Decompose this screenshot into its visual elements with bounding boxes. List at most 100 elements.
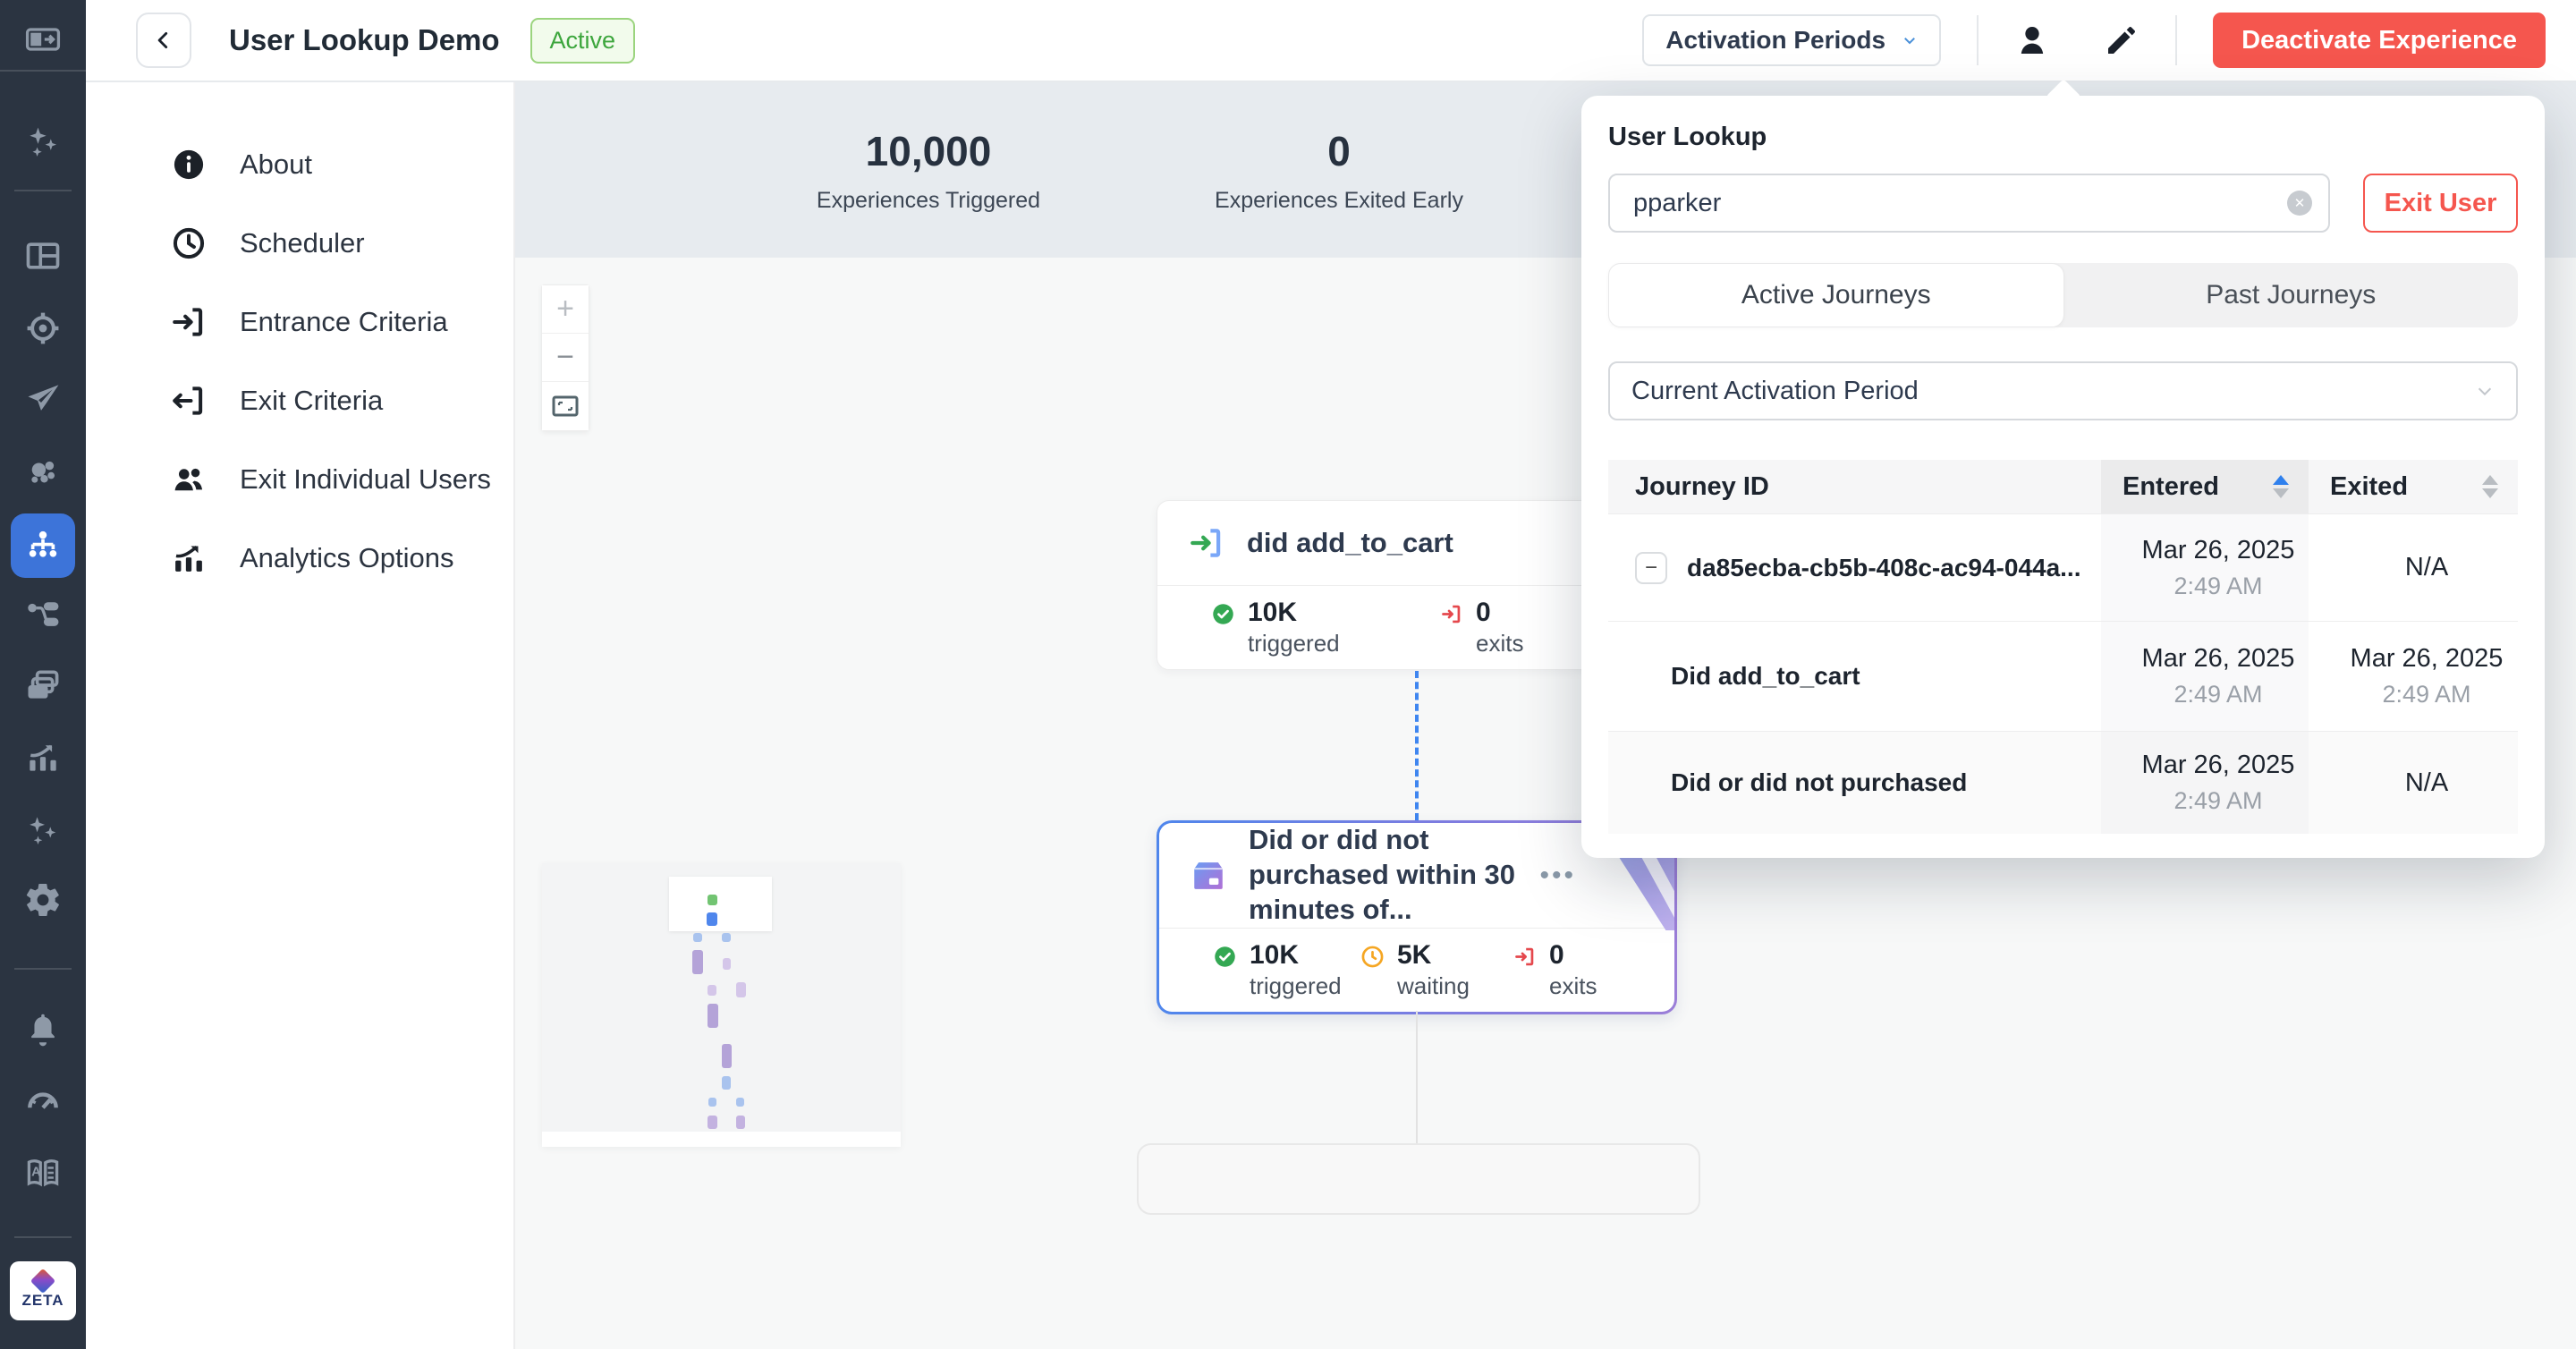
user-lookup-icon-button[interactable] bbox=[2014, 22, 2050, 58]
entrance-icon bbox=[170, 303, 208, 341]
entrance-node-icon bbox=[1188, 524, 1225, 562]
sort-icon-entered[interactable] bbox=[2273, 475, 2289, 498]
rail-divider bbox=[0, 70, 86, 72]
activation-periods-label: Activation Periods bbox=[1665, 26, 1885, 55]
user-search-input[interactable] bbox=[1608, 174, 2330, 233]
exited-time: 2:49 AM bbox=[2382, 681, 2470, 708]
minimap-node bbox=[736, 1116, 745, 1129]
sort-icon-exited[interactable] bbox=[2482, 475, 2498, 498]
exit-red-icon bbox=[1439, 602, 1463, 626]
gauge-icon[interactable] bbox=[0, 1081, 86, 1120]
nav-label: Scheduler bbox=[240, 227, 365, 259]
target-icon[interactable] bbox=[0, 309, 86, 348]
activation-period-value: Current Activation Period bbox=[1631, 377, 1919, 406]
flow-icon[interactable] bbox=[0, 595, 86, 634]
activation-periods-dropdown[interactable]: Activation Periods bbox=[1642, 14, 1941, 66]
column-entered[interactable]: Entered bbox=[2101, 460, 2309, 513]
docs-book-icon[interactable]: A bbox=[0, 1153, 86, 1192]
users-icon bbox=[170, 461, 208, 498]
fit-to-screen-button[interactable] bbox=[542, 382, 589, 430]
collapse-row-button[interactable]: − bbox=[1635, 552, 1667, 584]
clear-search-icon[interactable]: ✕ bbox=[2287, 191, 2312, 216]
nav-label: Exit Individual Users bbox=[240, 463, 491, 496]
deactivate-experience-button[interactable]: Deactivate Experience bbox=[2213, 13, 2546, 68]
nav-item-about[interactable]: About bbox=[86, 125, 513, 204]
zeta-logo[interactable]: ZETA bbox=[10, 1261, 76, 1320]
stat-label: exits bbox=[1476, 630, 1523, 658]
settings-gear-icon[interactable] bbox=[0, 880, 86, 920]
nav-item-exit-criteria[interactable]: Exit Criteria bbox=[86, 361, 513, 440]
app-window: A ZETA User Lookup Demo Active Activatio… bbox=[0, 0, 2576, 1349]
collapse-panel-icon[interactable] bbox=[0, 20, 86, 59]
column-exited[interactable]: Exited bbox=[2309, 460, 2518, 513]
exit-red-icon bbox=[1513, 945, 1537, 969]
stat-value: 0 bbox=[1549, 940, 1597, 970]
nav-item-analytics-options[interactable]: Analytics Options bbox=[86, 519, 513, 598]
entered-date: Mar 26, 2025 bbox=[2142, 644, 2295, 674]
send-icon[interactable] bbox=[0, 379, 86, 419]
package-icon bbox=[1190, 857, 1227, 895]
clock-icon bbox=[170, 225, 208, 262]
info-icon bbox=[170, 146, 208, 183]
table-row-step[interactable]: Did add_to_cart Mar 26, 2025 2:49 AM Mar… bbox=[1608, 621, 2518, 731]
stat-label: Experiences Triggered bbox=[817, 188, 1040, 214]
activation-period-select[interactable]: Current Activation Period bbox=[1608, 361, 2518, 420]
nav-item-entrance-criteria[interactable]: Entrance Criteria bbox=[86, 283, 513, 361]
stat-label: waiting bbox=[1397, 972, 1470, 1000]
stat-exits: 0 exits bbox=[1439, 598, 1523, 658]
journey-icon-active[interactable] bbox=[11, 513, 75, 578]
tab-past-journeys[interactable]: Past Journeys bbox=[2064, 263, 2519, 327]
node-menu-button[interactable]: ••• bbox=[1539, 861, 1576, 891]
edit-pencil-button[interactable] bbox=[2104, 22, 2140, 58]
step-name: Did add_to_cart bbox=[1671, 662, 1860, 691]
column-journey-id[interactable]: Journey ID bbox=[1608, 460, 2101, 513]
table-row-journey[interactable]: − da85ecba-cb5b-408c-ac94-044a... Mar 26… bbox=[1608, 513, 2518, 621]
zoom-in-button[interactable]: + bbox=[542, 285, 589, 334]
pencil-icon bbox=[2104, 22, 2140, 58]
minimap[interactable] bbox=[542, 863, 901, 1147]
stat-value: 0 bbox=[1476, 598, 1523, 627]
zoom-out-button[interactable]: − bbox=[542, 334, 589, 382]
stat-experiences-triggered: 10,000 Experiences Triggered bbox=[817, 82, 1040, 258]
exit-user-button[interactable]: Exit User bbox=[2363, 174, 2518, 233]
stat-label: exits bbox=[1549, 972, 1597, 1000]
entered-date: Mar 26, 2025 bbox=[2142, 751, 2295, 780]
nav-label: Analytics Options bbox=[240, 542, 454, 574]
minimap-node bbox=[708, 1004, 718, 1028]
column-label: Entered bbox=[2123, 472, 2219, 502]
minimap-viewport[interactable] bbox=[669, 877, 772, 931]
tab-active-journeys[interactable]: Active Journeys bbox=[1608, 263, 2064, 327]
stat-label: triggered bbox=[1250, 972, 1342, 1000]
branch-container bbox=[1137, 1143, 1700, 1215]
layout-icon[interactable] bbox=[0, 236, 86, 276]
bell-icon[interactable] bbox=[0, 1010, 86, 1049]
ai-sparkles-icon[interactable] bbox=[0, 123, 86, 163]
minimap-node bbox=[692, 950, 703, 974]
stat-triggered: 10K triggered bbox=[1213, 940, 1360, 1000]
nav-item-scheduler[interactable]: Scheduler bbox=[86, 204, 513, 283]
nav-item-exit-individual-users[interactable]: Exit Individual Users bbox=[86, 440, 513, 519]
stat-experiences-exited-early: 0 Experiences Exited Early bbox=[1215, 82, 1463, 258]
minimap-node bbox=[722, 1076, 731, 1090]
audience-icon[interactable] bbox=[0, 452, 86, 491]
stat-value: 5K bbox=[1397, 940, 1470, 970]
back-button[interactable] bbox=[136, 13, 191, 68]
stat-waiting: 5K waiting bbox=[1360, 940, 1513, 1000]
ai-sparkles-icon-2[interactable] bbox=[0, 811, 86, 851]
fit-screen-icon bbox=[552, 395, 579, 417]
nav-label: Entrance Criteria bbox=[240, 306, 448, 338]
stat-value: 10K bbox=[1248, 598, 1340, 627]
page-title: User Lookup Demo bbox=[229, 23, 500, 57]
table-row-step[interactable]: Did or did not purchased Mar 26, 2025 2:… bbox=[1608, 731, 2518, 834]
stat-value: 10K bbox=[1250, 940, 1342, 970]
templates-icon[interactable] bbox=[0, 666, 86, 705]
minimap-node bbox=[722, 933, 731, 942]
entered-time: 2:49 AM bbox=[2174, 787, 2262, 815]
analytics-icon[interactable] bbox=[0, 738, 86, 777]
icon-rail: A ZETA bbox=[0, 0, 86, 1349]
chevron-down-icon bbox=[2475, 381, 2495, 401]
svg-text:A: A bbox=[31, 1166, 41, 1180]
journeys-table: Journey ID Entered Exited − da85ecba-cb5… bbox=[1608, 460, 2518, 834]
minimap-node bbox=[708, 1116, 717, 1129]
journey-id: da85ecba-cb5b-408c-ac94-044a... bbox=[1687, 554, 2081, 582]
